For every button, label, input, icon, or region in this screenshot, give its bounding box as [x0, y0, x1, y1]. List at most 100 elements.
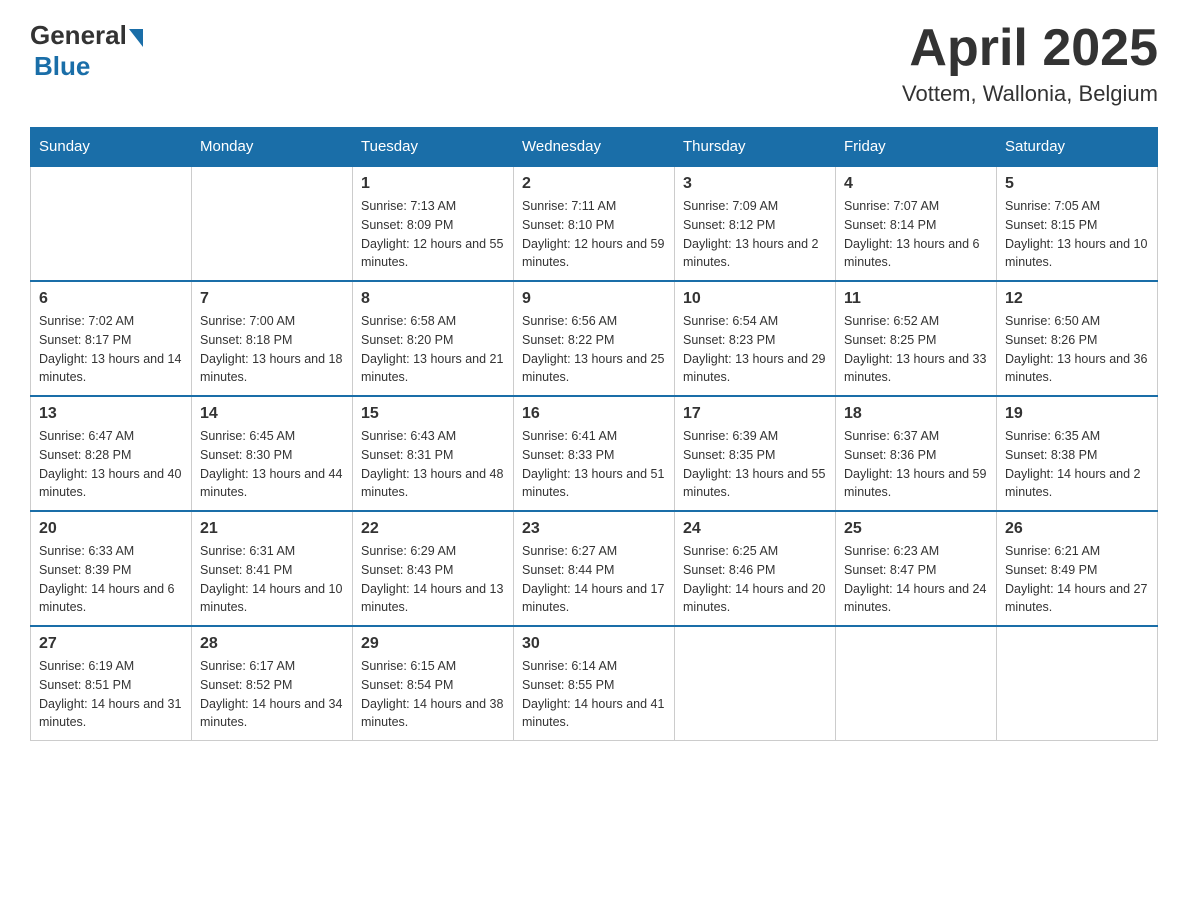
day-number: 15: [361, 405, 505, 423]
day-number: 30: [522, 635, 666, 653]
calendar-header: SundayMondayTuesdayWednesdayThursdayFrid…: [31, 128, 1158, 167]
day-number: 2: [522, 175, 666, 193]
day-number: 13: [39, 405, 183, 423]
calendar-week-3: 13 Sunrise: 6:47 AMSunset: 8:28 PMDayligh…: [31, 396, 1158, 511]
day-number: 21: [200, 520, 344, 538]
calendar-cell: 29Sunrise: 6:15 AMSunset: 8:54 PMDayligh…: [353, 626, 514, 741]
day-info: Sunrise: 6:43 AMSunset: 8:31 PMDaylight:…: [361, 427, 505, 502]
calendar-cell: 14 Sunrise: 6:45 AMSunset: 8:30 PMDayligh…: [192, 396, 353, 511]
day-number: 26: [1005, 520, 1149, 538]
day-info: Sunrise: 6:25 AMSunset: 8:46 PMDaylight:…: [683, 542, 827, 617]
calendar-cell: [675, 626, 836, 741]
day-info: Sunrise: 6:21 AMSunset: 8:49 PMDaylight:…: [1005, 542, 1149, 617]
day-info: Sunrise: 6:27 AMSunset: 8:44 PMDaylight:…: [522, 542, 666, 617]
day-info: Sunrise: 6:17 AMSunset: 8:52 PMDaylight:…: [200, 657, 344, 732]
day-number: 14: [200, 405, 344, 423]
calendar-body: 1 Sunrise: 7:13 AMSunset: 8:09 PMDaylight…: [31, 166, 1158, 741]
weekday-header-thursday: Thursday: [675, 128, 836, 167]
calendar-cell: 15 Sunrise: 6:43 AMSunset: 8:31 PMDayligh…: [353, 396, 514, 511]
title-block: April 2025 Vottem, Wallonia, Belgium: [902, 20, 1158, 107]
day-number: 16: [522, 405, 666, 423]
calendar-week-2: 6Sunrise: 7:02 AMSunset: 8:17 PMDaylight…: [31, 281, 1158, 396]
calendar-cell: 1 Sunrise: 7:13 AMSunset: 8:09 PMDaylight…: [353, 166, 514, 281]
day-number: 11: [844, 290, 988, 308]
calendar-cell: 4 Sunrise: 7:07 AMSunset: 8:14 PMDaylight…: [836, 166, 997, 281]
day-info: Sunrise: 7:00 AMSunset: 8:18 PMDaylight:…: [200, 312, 344, 387]
day-number: 28: [200, 635, 344, 653]
day-info: Sunrise: 6:58 AMSunset: 8:20 PMDaylight:…: [361, 312, 505, 387]
day-number: 5: [1005, 175, 1149, 193]
day-number: 19: [1005, 405, 1149, 423]
day-info: Sunrise: 6:39 AMSunset: 8:35 PMDaylight:…: [683, 427, 827, 502]
day-number: 17: [683, 405, 827, 423]
calendar-cell: [192, 166, 353, 281]
weekday-header-monday: Monday: [192, 128, 353, 167]
calendar-cell: 21 Sunrise: 6:31 AMSunset: 8:41 PMDayligh…: [192, 511, 353, 626]
day-info: Sunrise: 7:07 AMSunset: 8:14 PMDaylight:…: [844, 197, 988, 272]
day-info: Sunrise: 6:54 AMSunset: 8:23 PMDaylight:…: [683, 312, 827, 387]
calendar-cell: [997, 626, 1158, 741]
page-header: General Blue April 2025 Vottem, Wallonia…: [30, 20, 1158, 107]
day-info: Sunrise: 6:19 AMSunset: 8:51 PMDaylight:…: [39, 657, 183, 732]
weekday-header-saturday: Saturday: [997, 128, 1158, 167]
calendar-cell: 17 Sunrise: 6:39 AMSunset: 8:35 PMDayligh…: [675, 396, 836, 511]
calendar-cell: 7 Sunrise: 7:00 AMSunset: 8:18 PMDaylight…: [192, 281, 353, 396]
day-number: 29: [361, 635, 505, 653]
day-number: 4: [844, 175, 988, 193]
day-info: Sunrise: 7:09 AMSunset: 8:12 PMDaylight:…: [683, 197, 827, 272]
day-number: 8: [361, 290, 505, 308]
location-title: Vottem, Wallonia, Belgium: [902, 81, 1158, 107]
weekday-header-sunday: Sunday: [31, 128, 192, 167]
calendar-cell: 23 Sunrise: 6:27 AMSunset: 8:44 PMDayligh…: [514, 511, 675, 626]
weekday-header-row: SundayMondayTuesdayWednesdayThursdayFrid…: [31, 128, 1158, 167]
day-number: 18: [844, 405, 988, 423]
logo-blue-text: Blue: [34, 51, 90, 81]
calendar-cell: 25Sunrise: 6:23 AMSunset: 8:47 PMDayligh…: [836, 511, 997, 626]
calendar-week-4: 20 Sunrise: 6:33 AMSunset: 8:39 PMDayligh…: [31, 511, 1158, 626]
calendar-cell: 24 Sunrise: 6:25 AMSunset: 8:46 PMDayligh…: [675, 511, 836, 626]
weekday-header-tuesday: Tuesday: [353, 128, 514, 167]
day-number: 7: [200, 290, 344, 308]
day-info: Sunrise: 6:50 AMSunset: 8:26 PMDaylight:…: [1005, 312, 1149, 387]
day-info: Sunrise: 6:56 AMSunset: 8:22 PMDaylight:…: [522, 312, 666, 387]
day-info: Sunrise: 6:35 AMSunset: 8:38 PMDaylight:…: [1005, 427, 1149, 502]
calendar-cell: 27 Sunrise: 6:19 AMSunset: 8:51 PMDayligh…: [31, 626, 192, 741]
day-info: Sunrise: 6:31 AMSunset: 8:41 PMDaylight:…: [200, 542, 344, 617]
day-info: Sunrise: 6:33 AMSunset: 8:39 PMDaylight:…: [39, 542, 183, 617]
calendar-cell: 11 Sunrise: 6:52 AMSunset: 8:25 PMDayligh…: [836, 281, 997, 396]
calendar-cell: 16 Sunrise: 6:41 AMSunset: 8:33 PMDayligh…: [514, 396, 675, 511]
calendar-cell: 19 Sunrise: 6:35 AMSunset: 8:38 PMDayligh…: [997, 396, 1158, 511]
calendar-cell: 26 Sunrise: 6:21 AMSunset: 8:49 PMDayligh…: [997, 511, 1158, 626]
calendar-week-5: 27 Sunrise: 6:19 AMSunset: 8:51 PMDayligh…: [31, 626, 1158, 741]
day-info: Sunrise: 6:29 AMSunset: 8:43 PMDaylight:…: [361, 542, 505, 617]
day-number: 20: [39, 520, 183, 538]
day-number: 24: [683, 520, 827, 538]
day-info: Sunrise: 7:02 AMSunset: 8:17 PMDaylight:…: [39, 312, 183, 387]
calendar-cell: 8 Sunrise: 6:58 AMSunset: 8:20 PMDaylight…: [353, 281, 514, 396]
calendar-table: SundayMondayTuesdayWednesdayThursdayFrid…: [30, 127, 1158, 741]
calendar-cell: 18Sunrise: 6:37 AMSunset: 8:36 PMDayligh…: [836, 396, 997, 511]
calendar-cell: 3Sunrise: 7:09 AMSunset: 8:12 PMDaylight…: [675, 166, 836, 281]
day-info: Sunrise: 6:45 AMSunset: 8:30 PMDaylight:…: [200, 427, 344, 502]
calendar-week-1: 1 Sunrise: 7:13 AMSunset: 8:09 PMDaylight…: [31, 166, 1158, 281]
day-info: Sunrise: 6:52 AMSunset: 8:25 PMDaylight:…: [844, 312, 988, 387]
day-info: Sunrise: 7:13 AMSunset: 8:09 PMDaylight:…: [361, 197, 505, 272]
weekday-header-wednesday: Wednesday: [514, 128, 675, 167]
day-info: Sunrise: 6:47 AMSunset: 8:28 PMDaylight:…: [39, 427, 183, 502]
day-number: 10: [683, 290, 827, 308]
day-number: 27: [39, 635, 183, 653]
day-info: Sunrise: 6:41 AMSunset: 8:33 PMDaylight:…: [522, 427, 666, 502]
calendar-cell: 28 Sunrise: 6:17 AMSunset: 8:52 PMDayligh…: [192, 626, 353, 741]
month-title: April 2025: [902, 20, 1158, 77]
day-number: 23: [522, 520, 666, 538]
day-number: 9: [522, 290, 666, 308]
logo-arrow-icon: [129, 29, 143, 47]
calendar-cell: 10 Sunrise: 6:54 AMSunset: 8:23 PMDayligh…: [675, 281, 836, 396]
day-info: Sunrise: 7:11 AMSunset: 8:10 PMDaylight:…: [522, 197, 666, 272]
calendar-cell: 6Sunrise: 7:02 AMSunset: 8:17 PMDaylight…: [31, 281, 192, 396]
calendar-cell: 2 Sunrise: 7:11 AMSunset: 8:10 PMDaylight…: [514, 166, 675, 281]
day-number: 1: [361, 175, 505, 193]
day-number: 25: [844, 520, 988, 538]
calendar-cell: [31, 166, 192, 281]
day-info: Sunrise: 7:05 AMSunset: 8:15 PMDaylight:…: [1005, 197, 1149, 272]
